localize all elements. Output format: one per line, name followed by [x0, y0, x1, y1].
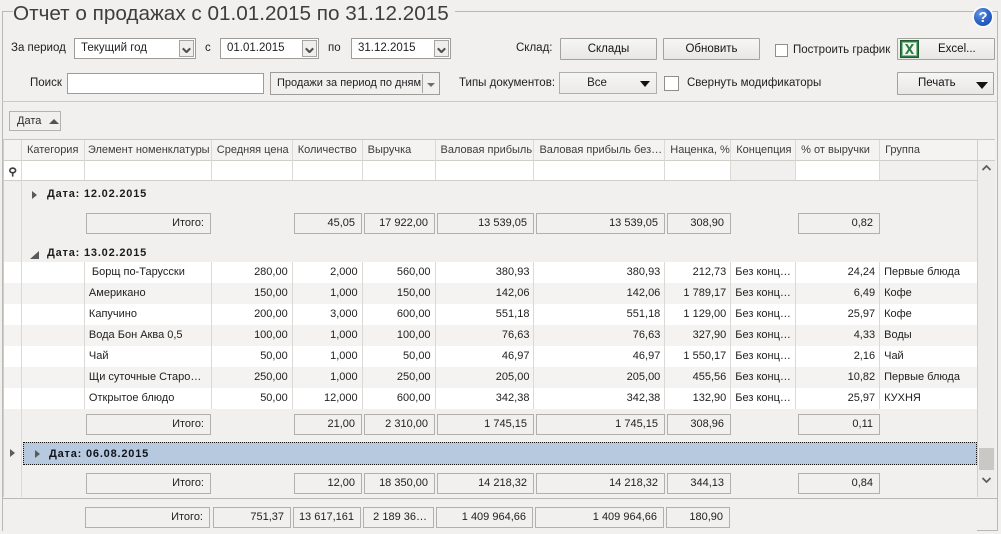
svg-text:?: ?	[979, 10, 988, 26]
